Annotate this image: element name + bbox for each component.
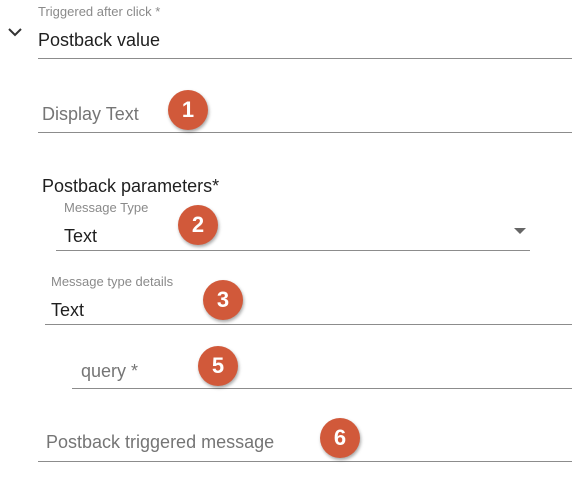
message-type-select[interactable]: Text bbox=[64, 227, 97, 245]
chevron-down-icon[interactable] bbox=[7, 26, 23, 38]
annotation-badge-3: 3 bbox=[203, 280, 243, 320]
message-type-label: Message Type bbox=[64, 200, 149, 215]
message-type-details-label: Message type details bbox=[51, 274, 174, 289]
postback-triggered-message-input[interactable]: Postback triggered message bbox=[46, 433, 274, 451]
postback-value-label: Triggered after click * bbox=[38, 4, 161, 19]
message-type-details-underline bbox=[45, 324, 572, 325]
annotation-badge-5: 5 bbox=[198, 346, 238, 386]
postback-value-underline bbox=[38, 58, 572, 59]
display-text-underline bbox=[38, 132, 572, 133]
query-underline bbox=[72, 388, 572, 389]
postback-value-input[interactable]: Postback value bbox=[38, 31, 160, 49]
annotation-badge-6: 6 bbox=[320, 418, 360, 458]
dropdown-arrow-icon[interactable] bbox=[514, 228, 526, 234]
query-input[interactable]: query * bbox=[81, 362, 138, 380]
message-type-underline bbox=[56, 250, 530, 251]
annotation-badge-2: 2 bbox=[178, 205, 218, 245]
display-text-input[interactable]: Display Text bbox=[42, 105, 139, 123]
annotation-badge-1: 1 bbox=[168, 90, 208, 130]
postback-parameters-heading: Postback parameters* bbox=[42, 176, 220, 196]
message-type-details-input[interactable]: Text bbox=[51, 301, 84, 319]
postback-triggered-message-underline bbox=[38, 461, 572, 462]
